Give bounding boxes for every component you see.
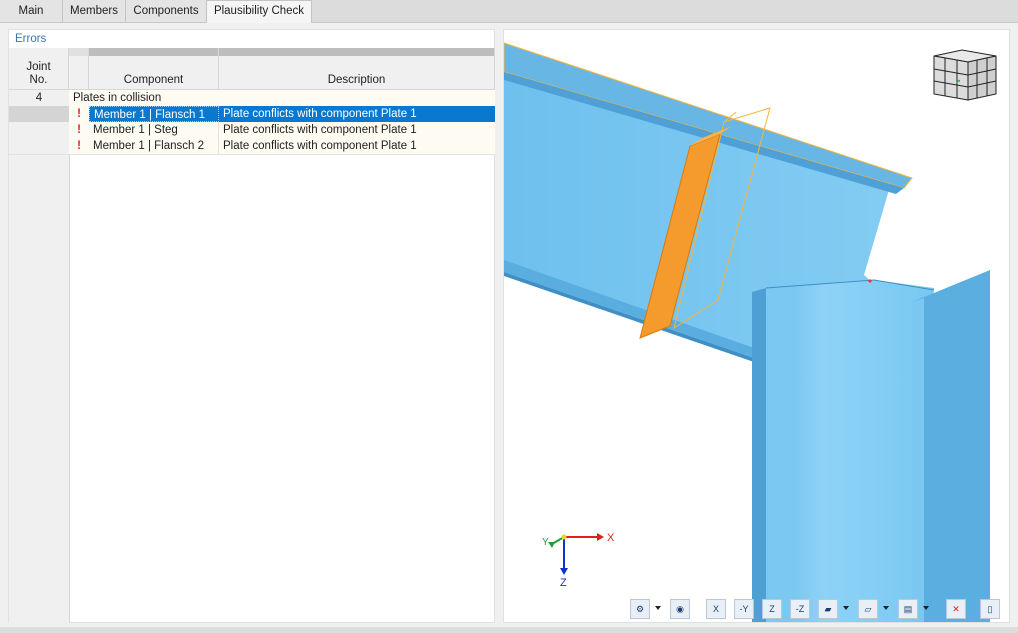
iso-view-button[interactable]: ▱	[858, 599, 878, 619]
view-minus-y-icon: -Y	[739, 604, 749, 614]
chevron-down-icon[interactable]	[843, 606, 849, 610]
row-component[interactable]: Member 1 | Steg	[89, 122, 219, 138]
visibility-icon: ◉	[676, 604, 684, 614]
navigation-cube-icon[interactable]: ↗	[933, 49, 997, 101]
chevron-down-icon[interactable]	[883, 606, 889, 610]
view-minus-z-icon: -Z	[795, 604, 805, 614]
header-description-label: Description	[327, 74, 386, 86]
error-icon: !	[69, 138, 89, 154]
row-header[interactable]	[9, 122, 69, 138]
bottom-strip	[0, 627, 1018, 633]
table-row[interactable]: ! Member 1 | Flansch 2 Plate conflicts w…	[9, 138, 495, 155]
print-icon: ▤	[903, 604, 913, 614]
z-axis-label: Z	[560, 577, 567, 589]
group-joint-no: 4	[9, 90, 69, 106]
column-flange-left-face	[766, 280, 796, 622]
contact-point	[868, 279, 872, 283]
axis-indicator	[548, 533, 604, 575]
view-z-button[interactable]: Z	[762, 599, 782, 619]
model-graphic[interactable]: ↗	[504, 30, 1010, 623]
visibility-button[interactable]: ◉	[670, 599, 690, 619]
3d-viewport[interactable]: ↗ X Y Z ⚙ ◉ X -Y Z -Z ▰ ▱ ▤ ✕ ▯	[503, 29, 1010, 623]
header-description[interactable]: Description	[219, 48, 495, 90]
chevron-down-icon[interactable]	[655, 606, 661, 610]
tab-main[interactable]: Main	[0, 0, 63, 22]
view-x-icon: X	[712, 604, 719, 614]
header-component-label: Component	[123, 74, 184, 86]
table-row[interactable]: ! Member 1 | Steg Plate conflicts with c…	[9, 122, 495, 138]
tab-bar: Main Members Components Plausibility Che…	[0, 0, 1018, 23]
view-minus-y-button[interactable]: -Y	[734, 599, 754, 619]
header-joint-no-label: Joint No.	[26, 61, 51, 86]
errors-table: Joint No. Component Description 4 Plates…	[9, 48, 495, 623]
render-mode-button[interactable]: ▰	[818, 599, 838, 619]
print-button[interactable]: ▤	[898, 599, 918, 619]
view-z-icon: Z	[769, 604, 775, 614]
exit-button[interactable]: ▯	[980, 599, 1000, 619]
group-row[interactable]: 4 Plates in collision	[9, 90, 495, 106]
iso-view-icon: ▱	[864, 604, 872, 614]
view-settings-button[interactable]: ⚙	[630, 599, 650, 619]
error-icon: !	[69, 122, 89, 138]
x-axis-label: X	[607, 532, 615, 544]
row-header[interactable]	[9, 138, 69, 154]
column-flange-right-face	[912, 298, 924, 622]
header-bar	[89, 48, 218, 56]
header-joint-no[interactable]: Joint No.	[9, 48, 69, 90]
table-row[interactable]: ! Member 1 | Flansch 1 Plate conflicts w…	[9, 106, 495, 122]
zoom-reset-icon: ✕	[952, 604, 960, 614]
tab-members[interactable]: Members	[63, 0, 126, 22]
row-component[interactable]: Member 1 | Flansch 1	[89, 106, 219, 122]
view-x-button[interactable]: X	[706, 599, 726, 619]
group-label: Plates in collision	[69, 90, 469, 106]
chevron-down-icon[interactable]	[923, 606, 929, 610]
zoom-reset-button[interactable]: ✕	[946, 599, 966, 619]
header-bar	[69, 48, 88, 56]
column-flange-left[interactable]	[752, 288, 766, 623]
row-description[interactable]: Plate conflicts with component Plate 1	[219, 138, 495, 154]
group-filler	[469, 90, 495, 106]
row-header[interactable]	[9, 106, 69, 122]
y-axis-label: Y	[542, 537, 549, 548]
row-description[interactable]: Plate conflicts with component Plate 1	[219, 122, 495, 138]
render-mode-icon: ▰	[824, 604, 832, 614]
header-bar	[219, 48, 494, 56]
header-component[interactable]: Component	[89, 48, 219, 90]
tab-plausibility-check[interactable]: Plausibility Check	[207, 0, 312, 23]
row-component[interactable]: Member 1 | Flansch 2	[89, 138, 219, 154]
row-description[interactable]: Plate conflicts with component Plate 1	[219, 106, 495, 122]
view-minus-z-button[interactable]: -Z	[790, 599, 810, 619]
svg-text:↗: ↗	[955, 79, 961, 86]
header-icon-column[interactable]	[69, 48, 89, 90]
errors-title: Errors	[15, 33, 47, 45]
tab-components[interactable]: Components	[126, 0, 207, 22]
error-icon: !	[69, 106, 89, 122]
errors-panel: Errors Joint No. Component Description 4…	[8, 29, 495, 623]
exit-icon: ▯	[987, 604, 993, 614]
view-settings-icon: ⚙	[635, 604, 645, 614]
